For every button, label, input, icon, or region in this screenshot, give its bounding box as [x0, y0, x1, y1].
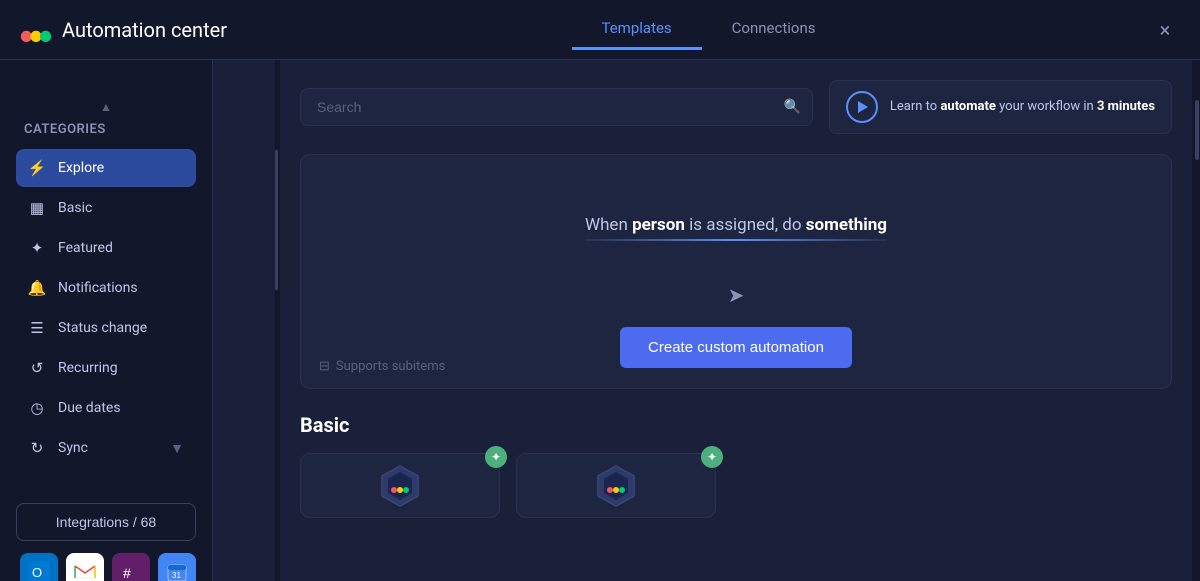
create-automation-button[interactable]: Create custom automation	[620, 327, 852, 368]
sync-chevron-icon: ▼	[170, 440, 184, 457]
video-text-middle: your workflow in	[996, 99, 1097, 114]
sidebar-item-explore[interactable]: ⚡ Explore	[16, 149, 196, 187]
header: Automation center Templates Connections …	[0, 0, 1200, 60]
custom-automation-card: When person is assigned, do something ➤ …	[300, 154, 1172, 389]
right-scrollbar-track	[1192, 60, 1200, 581]
status-change-icon: ☰	[28, 319, 46, 337]
sidebar-item-label-explore: Explore	[58, 160, 104, 176]
sidebar-title: Categories	[16, 122, 196, 137]
logo-area: Automation center	[20, 14, 227, 46]
sidebar-item-featured[interactable]: ✦ Featured	[16, 229, 196, 267]
header-title: Automation center	[62, 18, 227, 42]
sidebar: ▲ Categories ⚡ Explore ▦ Basic ✦ Feature…	[0, 60, 213, 581]
scroll-up-area: ▲	[16, 100, 196, 114]
template-cards: ✦ ✦	[300, 453, 1172, 518]
video-text-bold1: automate	[940, 99, 995, 114]
search-icon: 🔍	[783, 99, 800, 115]
recurring-icon: ↺	[28, 359, 46, 377]
desc-prefix: When	[585, 215, 632, 235]
sidebar-item-label-featured: Featured	[58, 240, 113, 256]
close-button[interactable]: ×	[1150, 15, 1180, 45]
slack-integration-icon[interactable]: #	[112, 553, 150, 581]
template-card-2[interactable]: ✦	[516, 453, 716, 518]
right-scrollbar-thumb	[1195, 100, 1199, 160]
search-input[interactable]	[300, 88, 813, 126]
basic-icon: ▦	[28, 199, 46, 217]
video-text: Learn to automate your workflow in 3 min…	[890, 98, 1155, 116]
automation-description: When person is assigned, do something	[585, 215, 887, 253]
header-title-regular: center	[166, 18, 227, 42]
scroll-up-arrow: ▲	[100, 100, 112, 114]
underline-decoration	[585, 239, 887, 241]
integrations-button[interactable]: Integrations / 68	[16, 503, 196, 541]
svg-text:#: #	[123, 565, 131, 581]
desc-bold2: something	[806, 215, 887, 235]
app-container: Automation center Templates Connections …	[0, 0, 1200, 581]
card1-badge: ✦	[485, 446, 507, 468]
outlook-integration-icon[interactable]: O	[20, 553, 58, 581]
sidebar-scrollbar-thumb	[275, 150, 278, 290]
sidebar-items: ⚡ Explore ▦ Basic ✦ Featured 🔔 Notificat…	[16, 149, 196, 467]
sidebar-outer: ▲ Categories ⚡ Explore ▦ Basic ✦ Feature…	[0, 60, 280, 581]
svg-text:31: 31	[172, 571, 181, 580]
due-dates-icon: ◷	[28, 399, 46, 417]
sidebar-item-sync[interactable]: ↻ Sync ▼	[16, 429, 196, 467]
video-banner[interactable]: Learn to automate your workflow in 3 min…	[829, 80, 1172, 134]
sidebar-bottom: Integrations / 68 O	[16, 503, 196, 581]
arrow-indicator-icon: ➤	[728, 283, 745, 307]
sidebar-item-status-change[interactable]: ☰ Status change	[16, 309, 196, 347]
sidebar-item-label-due-dates: Due dates	[58, 400, 121, 416]
card1-hex-icon	[380, 464, 420, 508]
tab-connections[interactable]: Connections	[702, 9, 846, 50]
notifications-icon: 🔔	[28, 279, 46, 297]
video-text-bold2: 3 minutes	[1097, 99, 1155, 114]
basic-section-header: Basic	[300, 413, 1172, 437]
main-content: ▲ Categories ⚡ Explore ▦ Basic ✦ Feature…	[0, 60, 1200, 581]
template-card-1[interactable]: ✦	[300, 453, 500, 518]
search-box: 🔍	[300, 88, 813, 126]
sidebar-item-label-basic: Basic	[58, 200, 92, 216]
card2-hex-icon	[596, 464, 636, 508]
sidebar-item-due-dates[interactable]: ◷ Due dates	[16, 389, 196, 427]
header-nav: Templates Connections	[267, 9, 1150, 50]
integration-icons: O	[16, 553, 196, 581]
subitems-icon: ⊟	[319, 359, 330, 374]
sidebar-item-label-notifications: Notifications	[58, 280, 138, 296]
sidebar-item-label-recurring: Recurring	[58, 360, 118, 376]
header-title-bold: Automation	[62, 18, 166, 42]
sidebar-item-basic[interactable]: ▦ Basic	[16, 189, 196, 227]
subitems-label: Supports subitems	[336, 359, 445, 374]
content-top-bar: 🔍 Learn to automate your workflow in 3 m…	[300, 80, 1172, 134]
play-button-circle	[846, 91, 878, 123]
supports-subitems: ⊟ Supports subitems	[319, 359, 445, 374]
sidebar-item-recurring[interactable]: ↺ Recurring	[16, 349, 196, 387]
logo-icon	[20, 14, 52, 46]
sidebar-item-label-sync: Sync	[58, 440, 88, 456]
play-triangle-icon	[858, 101, 868, 113]
featured-icon: ✦	[28, 239, 46, 257]
sidebar-item-notifications[interactable]: 🔔 Notifications	[16, 269, 196, 307]
gmail-integration-icon[interactable]	[66, 553, 104, 581]
calendar-integration-icon[interactable]: 31	[158, 553, 196, 581]
content-area: 🔍 Learn to automate your workflow in 3 m…	[280, 60, 1192, 581]
sync-icon: ↻	[28, 439, 46, 457]
explore-icon: ⚡	[28, 159, 46, 177]
desc-bold1: person	[632, 215, 685, 235]
svg-text:O: O	[32, 565, 42, 580]
desc-middle: is assigned, do	[685, 215, 806, 235]
sidebar-item-label-status-change: Status change	[58, 320, 147, 336]
card2-badge: ✦	[701, 446, 723, 468]
tab-templates[interactable]: Templates	[572, 9, 702, 50]
video-text-prefix: Learn to	[890, 99, 941, 114]
